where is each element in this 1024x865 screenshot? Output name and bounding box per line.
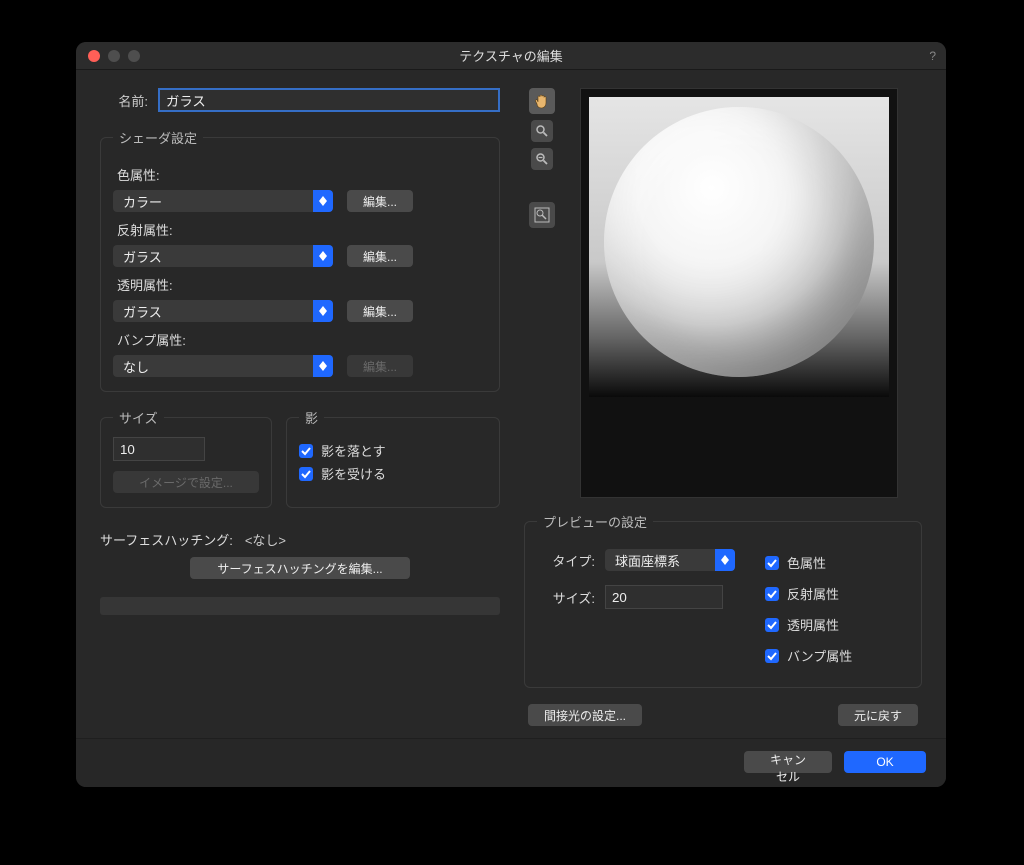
preview-type-label: タイプ:	[543, 551, 595, 570]
size-group: サイズ イメージで設定...	[100, 408, 272, 508]
trans-attr-label: 透明属性:	[117, 275, 487, 294]
left-panel: 名前: シェーダ設定 色属性: カラー 編集... 反射属性:	[100, 88, 500, 726]
preview-refl-label: 反射属性	[787, 584, 839, 603]
recv-shadow-label: 影を受ける	[321, 464, 386, 483]
zoom-in-tool-icon[interactable]	[531, 120, 553, 142]
titlebar: テクスチャの編集 ?	[76, 42, 946, 70]
name-input[interactable]	[158, 88, 500, 112]
shader-settings-group: シェーダ設定 色属性: カラー 編集... 反射属性: ガラス	[100, 128, 500, 392]
zoom-out-tool-icon[interactable]	[531, 148, 553, 170]
preview-type-select[interactable]: 球面座標系	[605, 549, 735, 571]
color-attr-select[interactable]: カラー	[113, 190, 333, 212]
edit-surface-hatching-button[interactable]: サーフェスハッチングを編集...	[190, 557, 410, 579]
preview-type-value: 球面座標系	[615, 551, 680, 570]
preview-size-input[interactable]	[605, 585, 723, 609]
cast-shadow-checkbox[interactable]	[299, 444, 313, 458]
color-attr-value: カラー	[123, 192, 162, 211]
edit-refl-button[interactable]: 編集...	[347, 245, 413, 267]
recv-shadow-checkbox[interactable]	[299, 467, 313, 481]
surface-value: <なし>	[245, 530, 286, 549]
right-panel: プレビューの設定 タイプ: 球面座標系	[524, 88, 922, 726]
status-bar	[100, 597, 500, 615]
bump-attr-value: なし	[123, 357, 149, 376]
shadow-group: 影 影を落とす 影を受ける	[286, 408, 500, 508]
set-by-image-button: イメージで設定...	[113, 471, 259, 493]
preview-bump-checkbox[interactable]	[765, 649, 779, 663]
trans-attr-select[interactable]: ガラス	[113, 300, 333, 322]
footer: キャンセル OK	[76, 738, 946, 787]
refl-attr-value: ガラス	[123, 247, 162, 266]
refl-attr-select[interactable]: ガラス	[113, 245, 333, 267]
bump-attr-select[interactable]: なし	[113, 355, 333, 377]
content: 名前: シェーダ設定 色属性: カラー 編集... 反射属性:	[76, 70, 946, 738]
cast-shadow-label: 影を落とす	[321, 441, 386, 460]
edit-color-button[interactable]: 編集...	[347, 190, 413, 212]
cancel-button[interactable]: キャンセル	[744, 751, 832, 773]
chevron-updown-icon	[313, 355, 333, 377]
chevron-updown-icon	[715, 549, 735, 571]
window-title: テクスチャの編集	[76, 46, 946, 65]
color-attr-label: 色属性:	[117, 165, 487, 184]
preview-settings-group: プレビューの設定 タイプ: 球面座標系	[524, 512, 922, 688]
edit-trans-button[interactable]: 編集...	[347, 300, 413, 322]
preview-toolbar	[524, 88, 560, 498]
shadow-legend: 影	[299, 408, 324, 427]
chevron-updown-icon	[313, 190, 333, 212]
surface-label: サーフェスハッチング:	[100, 530, 233, 549]
chevron-updown-icon	[313, 245, 333, 267]
preview-refl-checkbox[interactable]	[765, 587, 779, 601]
name-label: 名前:	[100, 91, 148, 110]
bump-attr-label: バンプ属性:	[117, 330, 487, 349]
pan-tool-icon[interactable]	[529, 88, 555, 114]
ok-button[interactable]: OK	[844, 751, 926, 773]
help-icon[interactable]: ?	[929, 49, 936, 63]
reset-button[interactable]: 元に戻す	[838, 704, 918, 726]
texture-editor-window: テクスチャの編集 ? 名前: シェーダ設定 色属性: カラー	[76, 42, 946, 787]
preview-trans-label: 透明属性	[787, 615, 839, 634]
preview-color-label: 色属性	[787, 553, 826, 572]
size-input[interactable]	[113, 437, 205, 461]
preview-trans-checkbox[interactable]	[765, 618, 779, 632]
preview-legend: プレビューの設定	[537, 512, 653, 531]
refl-attr-label: 反射属性:	[117, 220, 487, 239]
edit-bump-button: 編集...	[347, 355, 413, 377]
fit-tool-icon[interactable]	[529, 202, 555, 228]
preview-sphere	[604, 107, 874, 377]
preview-size-label: サイズ:	[543, 588, 595, 607]
size-legend: サイズ	[113, 408, 164, 427]
preview-box	[580, 88, 898, 498]
chevron-updown-icon	[313, 300, 333, 322]
preview-bump-label: バンプ属性	[787, 646, 852, 665]
preview-canvas[interactable]	[589, 97, 889, 397]
shader-legend: シェーダ設定	[113, 128, 203, 147]
trans-attr-value: ガラス	[123, 302, 162, 321]
preview-color-checkbox[interactable]	[765, 556, 779, 570]
indirect-light-button[interactable]: 間接光の設定...	[528, 704, 642, 726]
